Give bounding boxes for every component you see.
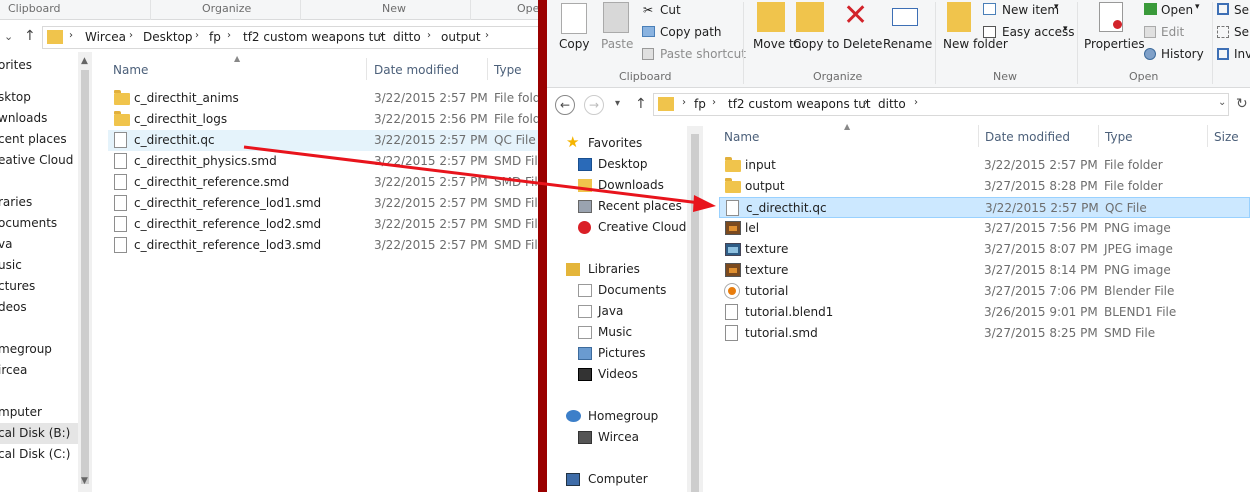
drag-arrow-head (693, 195, 716, 212)
drag-arrow (243, 145, 716, 212)
drag-arrow-line (243, 145, 701, 205)
